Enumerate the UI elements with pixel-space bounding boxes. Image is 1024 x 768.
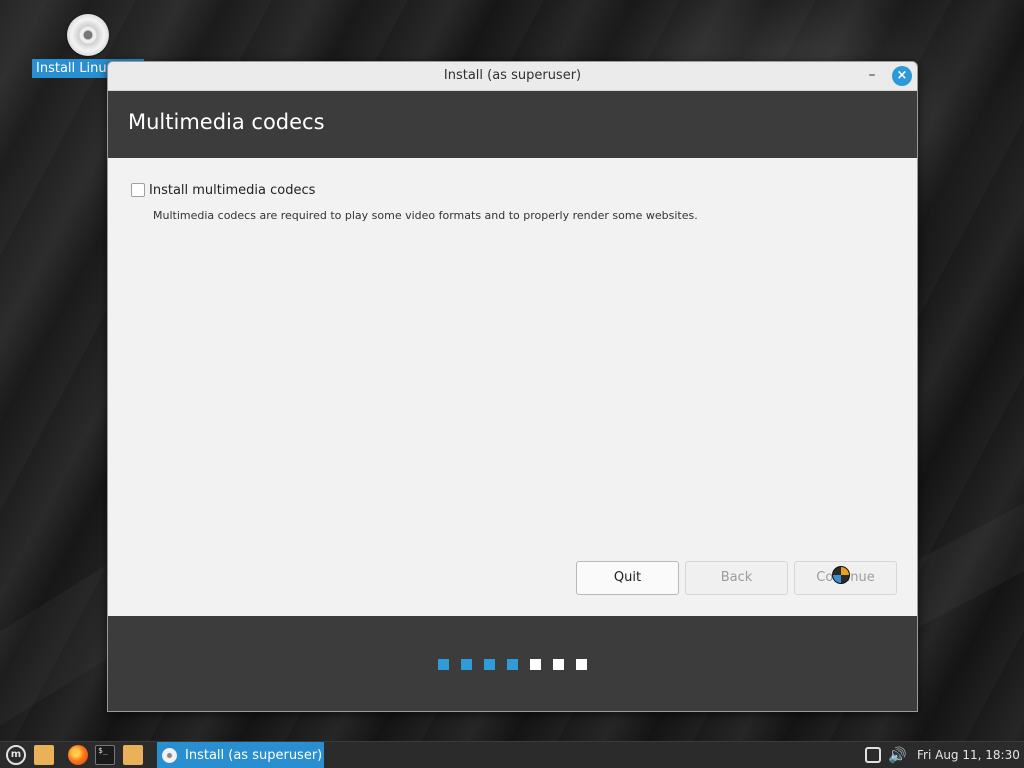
- disc-icon: [67, 14, 109, 56]
- install-codecs-checkbox[interactable]: [131, 183, 145, 197]
- window-title: Install (as superuser): [443, 68, 582, 83]
- clock[interactable]: Fri Aug 11, 18:30: [917, 742, 1020, 768]
- folder-icon[interactable]: [34, 745, 54, 765]
- progress-step-complete: [438, 659, 449, 670]
- progress-step-complete: [507, 659, 518, 670]
- terminal-icon[interactable]: $_: [95, 745, 115, 765]
- taskbar-task-installer[interactable]: Install (as superuser): [157, 742, 324, 768]
- mint-menu-icon[interactable]: m: [6, 745, 26, 765]
- progress-step-pending: [553, 659, 564, 670]
- firefox-icon[interactable]: [68, 745, 88, 765]
- page-header: Multimedia codecs: [108, 91, 917, 158]
- progress-step-pending: [576, 659, 587, 670]
- progress-step-pending: [530, 659, 541, 670]
- window-titlebar[interactable]: Install (as superuser) – ×: [108, 62, 917, 91]
- taskbar: m $_ Install (as superuser) 🔊 Fri Aug 11…: [0, 741, 1024, 768]
- install-codecs-label[interactable]: Install multimedia codecs: [149, 183, 315, 198]
- codecs-description: Multimedia codecs are required to play s…: [153, 209, 698, 222]
- quit-button[interactable]: Quit: [576, 561, 679, 595]
- taskbar-task-label: Install (as superuser): [185, 748, 323, 763]
- network-icon[interactable]: [865, 747, 881, 763]
- installer-window: Install (as superuser) – × Multimedia co…: [107, 61, 918, 712]
- minimize-button[interactable]: –: [860, 65, 884, 87]
- progress-step-complete: [484, 659, 495, 670]
- page-title: Multimedia codecs: [128, 110, 325, 134]
- close-button[interactable]: ×: [892, 66, 912, 86]
- back-button[interactable]: Back: [685, 561, 788, 595]
- progress-indicator: [438, 659, 587, 670]
- page-content: Install multimedia codecs Multimedia cod…: [108, 158, 917, 616]
- files-icon[interactable]: [123, 745, 143, 765]
- progress-step-complete: [461, 659, 472, 670]
- progress-footer: [108, 616, 917, 711]
- disc-icon: [162, 748, 177, 763]
- busy-cursor-icon: [832, 566, 850, 584]
- install-codecs-option[interactable]: Install multimedia codecs: [131, 181, 315, 199]
- volume-icon[interactable]: 🔊: [888, 744, 910, 766]
